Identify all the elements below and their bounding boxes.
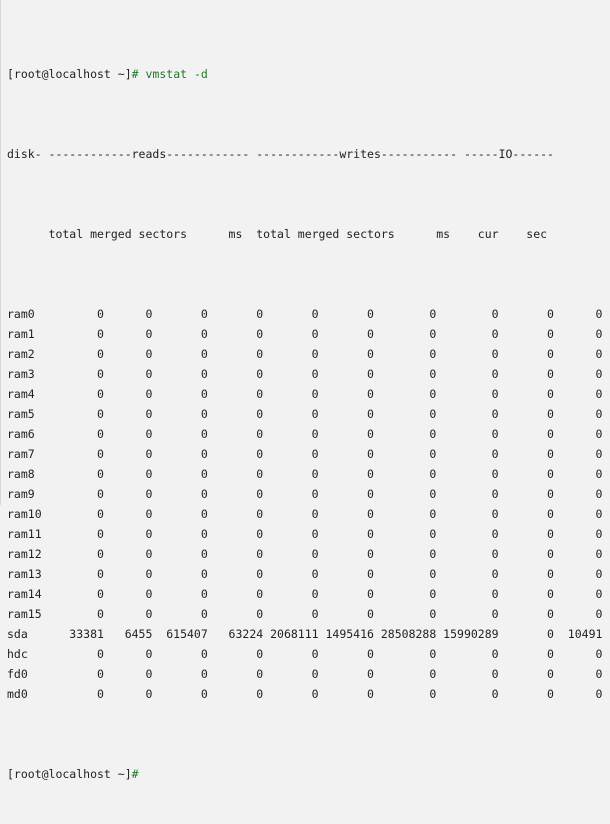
table-row: ram4 0 0 0 0 0 0 0 0 0 0 — [7, 387, 603, 401]
shell-prompt-final: [root@localhost ~] — [7, 767, 132, 781]
table-row: hdc 0 0 0 0 0 0 0 0 0 0 — [7, 647, 603, 661]
table-row: ram8 0 0 0 0 0 0 0 0 0 0 — [7, 467, 603, 481]
prompt-sigil: # — [131, 67, 139, 81]
final-prompt-line: [root@localhost ~]# — [7, 764, 610, 784]
table-row: ram10 0 0 0 0 0 0 0 0 0 0 — [7, 507, 603, 521]
shell-prompt: [root@localhost ~] — [7, 67, 132, 81]
command-spacer — [139, 67, 146, 81]
output-table: ram0 0 0 0 0 0 0 0 0 0 0 ram1 0 0 0 0 0 0… — [7, 304, 610, 704]
table-row: ram11 0 0 0 0 0 0 0 0 0 0 — [7, 527, 603, 541]
table-row: ram13 0 0 0 0 0 0 0 0 0 0 — [7, 567, 603, 581]
table-row: ram6 0 0 0 0 0 0 0 0 0 0 — [7, 427, 603, 441]
table-row: sda 33381 6455 615407 63224 2068111 1495… — [7, 627, 603, 641]
table-row: fd0 0 0 0 0 0 0 0 0 0 0 — [7, 667, 603, 681]
terminal-window[interactable]: [root@localhost ~]# vmstat -d disk- ----… — [0, 0, 610, 781]
table-row: ram15 0 0 0 0 0 0 0 0 0 0 — [7, 607, 603, 621]
table-row: ram9 0 0 0 0 0 0 0 0 0 0 — [7, 487, 603, 501]
table-row: ram0 0 0 0 0 0 0 0 0 0 0 — [7, 307, 603, 321]
table-row: ram1 0 0 0 0 0 0 0 0 0 0 — [7, 327, 603, 341]
output-separator-line: disk- ------------reads------------ ----… — [7, 147, 554, 161]
table-row: ram12 0 0 0 0 0 0 0 0 0 0 — [7, 547, 603, 561]
table-row: ram14 0 0 0 0 0 0 0 0 0 0 — [7, 587, 603, 601]
table-row: ram5 0 0 0 0 0 0 0 0 0 0 — [7, 407, 603, 421]
command-text: vmstat -d — [145, 67, 208, 81]
table-row: ram2 0 0 0 0 0 0 0 0 0 0 — [7, 347, 603, 361]
command-line: [root@localhost ~]# vmstat -d — [7, 64, 610, 84]
table-row: ram3 0 0 0 0 0 0 0 0 0 0 — [7, 367, 603, 381]
table-row: md0 0 0 0 0 0 0 0 0 0 0 — [7, 687, 603, 701]
prompt-sigil-final: # — [131, 767, 139, 781]
table-row: ram7 0 0 0 0 0 0 0 0 0 0 — [7, 447, 603, 461]
output-header-line: total merged sectors ms total merged sec… — [7, 227, 548, 241]
